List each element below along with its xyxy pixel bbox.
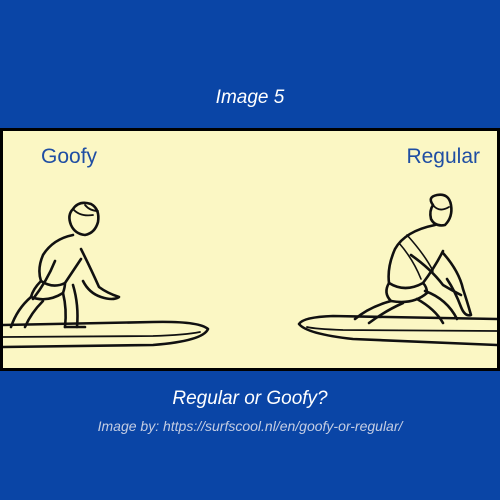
caption: Regular or Goofy?: [172, 388, 328, 409]
goofy-surfer: [3, 201, 210, 349]
goofy-front-leg: [61, 283, 79, 329]
regular-hair: [432, 204, 450, 211]
goofy-back-arm: [31, 259, 57, 301]
regular-shirt-stripes: [398, 234, 434, 280]
regular-surfboard-inner: [306, 326, 497, 332]
regular-surfer: [297, 193, 497, 347]
regular-back-leg: [353, 299, 405, 325]
background: Image 5 Goofy Regular Regular or Goofy? …: [0, 0, 500, 500]
regular-label: Regular: [406, 145, 480, 168]
goofy-back-leg: [9, 295, 45, 329]
image-credit: Image by: https://surfscool.nl/en/goofy-…: [97, 418, 403, 434]
goofy-head: [68, 201, 100, 237]
image-number: Image 5: [215, 87, 285, 108]
illustration-panel: Goofy Regular: [0, 128, 500, 371]
goofy-arm: [79, 247, 121, 301]
regular-torso: [387, 223, 445, 290]
goofy-surfboard-inner: [3, 331, 201, 338]
goofy-label: Goofy: [41, 145, 98, 168]
